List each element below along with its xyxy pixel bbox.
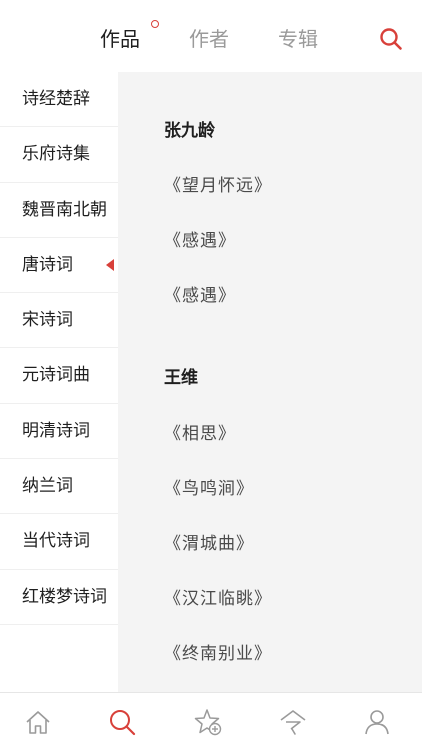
work-item[interactable]: 《终南别业》 — [164, 639, 272, 664]
author-heading: 张九龄 — [164, 121, 215, 141]
work-item[interactable]: 《望月怀远》 — [164, 171, 272, 196]
work-item[interactable]: 《渭城曲》 — [164, 529, 254, 554]
sidebar-item-weijin[interactable]: 魏晋南北朝 — [0, 183, 118, 238]
top-bar: 作品 作者 专辑 — [0, 0, 422, 72]
nav-search[interactable] — [107, 707, 137, 737]
star-add-icon — [194, 709, 222, 736]
body: 诗经楚辞 乐府诗集 魏晋南北朝 唐诗词 宋诗词 元诗词曲 明清诗词 纳兰词 当代… — [0, 72, 422, 692]
work-item[interactable]: 《相思》 — [164, 419, 236, 444]
nav-favorites[interactable] — [193, 707, 223, 737]
app-root: 作品 作者 专辑 诗经楚辞 乐府诗集 魏晋南北朝 唐诗词 宋诗词 元诗词曲 明清… — [0, 0, 422, 750]
sidebar-item-label: 魏晋南北朝 — [22, 199, 107, 220]
works-list: 张九龄 《望月怀远》 《感遇》 《感遇》 王维 《相思》 《鸟鸣涧》 《渭城曲》… — [118, 72, 422, 692]
poem-icon — [280, 710, 306, 735]
bottom-nav — [0, 692, 422, 750]
search-icon — [380, 28, 402, 50]
search-button[interactable] — [378, 26, 404, 52]
nav-home[interactable] — [23, 707, 53, 737]
sidebar-item-yuan[interactable]: 元诗词曲 — [0, 348, 118, 404]
category-sidebar: 诗经楚辞 乐府诗集 魏晋南北朝 唐诗词 宋诗词 元诗词曲 明清诗词 纳兰词 当代… — [0, 72, 118, 692]
sidebar-item-song[interactable]: 宋诗词 — [0, 293, 118, 349]
work-item[interactable]: 《汉江临眺》 — [164, 584, 272, 609]
work-item[interactable]: 《感遇》 — [164, 281, 236, 306]
sidebar-item-label: 诗经楚辞 — [22, 89, 90, 109]
sidebar-item-label: 纳兰词 — [22, 476, 73, 497]
sidebar-item-label: 当代诗词 — [22, 531, 90, 552]
sidebar-item-yuefu[interactable]: 乐府诗集 — [0, 127, 118, 183]
work-item[interactable]: 《感遇》 — [164, 226, 236, 251]
sidebar-item-label: 明清诗词 — [22, 420, 90, 441]
tab-works[interactable]: 作品 — [100, 24, 140, 54]
sidebar-item-label: 唐诗词 — [22, 254, 73, 275]
sidebar-item-hongloumeng[interactable]: 红楼梦诗词 — [0, 570, 118, 625]
nav-profile[interactable] — [362, 707, 392, 737]
author-heading: 王维 — [164, 368, 198, 388]
sidebar-item-label: 乐府诗集 — [22, 144, 90, 165]
selected-arrow-icon — [106, 259, 114, 272]
sidebar-item-nalan[interactable]: 纳兰词 — [0, 459, 118, 515]
tab-albums[interactable]: 专辑 — [278, 24, 318, 54]
notification-dot — [151, 20, 159, 28]
tab-authors[interactable]: 作者 — [189, 24, 229, 54]
home-icon — [26, 711, 50, 734]
nav-poems[interactable] — [278, 707, 308, 737]
sidebar-item-label: 红楼梦诗词 — [22, 586, 107, 607]
sidebar-item-mingqing[interactable]: 明清诗词 — [0, 404, 118, 460]
sidebar-item-shijing-chuci[interactable]: 诗经楚辞 — [0, 72, 118, 128]
sidebar-item-dangdai[interactable]: 当代诗词 — [0, 514, 118, 570]
user-icon — [365, 710, 389, 735]
sidebar-item-label: 宋诗词 — [22, 310, 73, 331]
sidebar-item-tang[interactable]: 唐诗词 — [0, 238, 118, 294]
work-item[interactable]: 《鸟鸣涧》 — [164, 474, 254, 499]
search-icon — [110, 710, 136, 736]
sidebar-item-label: 元诗词曲 — [22, 365, 90, 386]
